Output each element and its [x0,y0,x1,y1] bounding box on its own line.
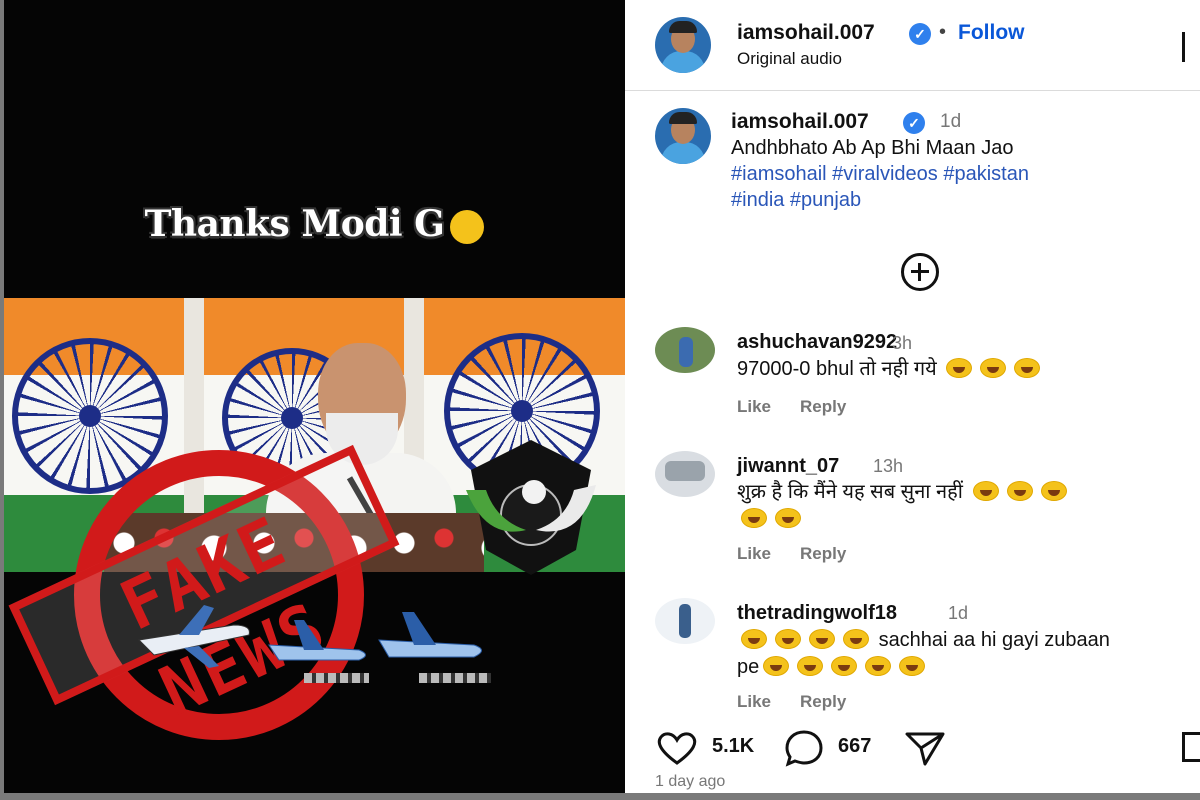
comment-text: sachhai aa hi gayi zubaan pe [737,627,1197,681]
laughing-emoji-icon [831,656,858,676]
reel-video[interactable]: Thanks Modi G FAKE NEWS [4,0,625,793]
laughing-emoji-icon [775,508,801,528]
video-caption: Thanks Modi G [4,203,625,245]
bookmark-icon[interactable] [1182,732,1200,762]
post-time: 1d [940,111,962,132]
share-icon[interactable] [903,728,947,768]
airplane-icon [137,605,250,668]
laughing-emoji-icon [775,629,801,649]
laughing-emoji-icon [865,656,892,676]
reply-button[interactable]: Reply [800,544,846,564]
comment-username[interactable]: thetradingwolf18 [737,602,897,625]
post-panel: iamsohail.007 ✓ • Follow Original audio … [625,0,1200,793]
laughing-emoji-icon [1006,481,1033,501]
post-header: iamsohail.007 ✓ • Follow Original audio [625,0,1200,91]
laughing-emoji-icon [741,508,767,528]
comment-count: 667 [838,735,872,757]
comment-time: 13h [873,456,904,476]
comment-text: शुक्र है कि मैंने यह सब सुना नहीं [737,479,1177,533]
verified-icon: ✓ [909,23,931,45]
post-username[interactable]: iamsohail.007 [731,110,869,134]
laughing-emoji-icon [1014,358,1041,378]
avatar[interactable] [655,451,715,497]
heart-icon[interactable] [655,730,699,766]
comment-text: 97000-0 bhul तो नही गये [737,356,1177,383]
runway-marker [419,673,491,683]
action-bar: 5.1K 667 1 day ago [625,720,1200,793]
laughing-emoji-icon [843,629,869,649]
avatar[interactable] [655,327,715,373]
comment-username[interactable]: jiwannt_07 [737,455,839,478]
laughing-emoji-icon [946,358,973,378]
laughing-emoji-icon [797,656,824,676]
avatar[interactable] [655,598,715,644]
laughing-emoji-icon [450,210,485,244]
comment-icon[interactable] [783,728,825,768]
avatar[interactable] [655,17,711,73]
laughing-emoji-icon [1040,481,1067,501]
verified-icon: ✓ [903,112,925,134]
laughing-emoji-icon [972,481,999,501]
laughing-emoji-icon [763,656,790,676]
laughing-emoji-icon [980,358,1007,378]
comment-username[interactable]: ashuchavan9292 [737,331,897,354]
post-hashtags[interactable]: #iamsohail #viralvideos #pakistan [731,161,1171,187]
post-caption: Andhbhato Ab Ap Bhi Maan Jao #iamsohail … [731,135,1171,213]
avatar[interactable] [655,108,711,164]
add-comment-icon[interactable] [901,253,939,291]
comment-text-body: शुक्र है कि मैंने यह सब सुना नहीं [737,481,963,503]
comment-time: 1d [948,603,969,623]
comment-text-body: sachhai aa hi gayi zubaan [878,629,1110,651]
follow-button[interactable]: Follow [958,21,1025,45]
separator-dot: • [939,21,947,43]
post-caption-text: Andhbhato Ab Ap Bhi Maan Jao [731,137,1014,159]
screenshot-border-bottom [0,793,1200,800]
like-comment-button[interactable]: Like [737,692,771,712]
nnd-logo [466,440,596,575]
comment-time: 3h [892,333,913,353]
reply-button[interactable]: Reply [800,397,846,417]
like-comment-button[interactable]: Like [737,544,771,564]
reply-button[interactable]: Reply [800,692,846,712]
header-username[interactable]: iamsohail.007 [737,21,875,45]
laughing-emoji-icon [809,629,835,649]
post-hashtags[interactable]: #india #punjab [731,187,1171,213]
audio-label[interactable]: Original audio [737,49,842,69]
video-caption-text: Thanks Modi G [144,203,445,245]
posted-time: 1 day ago [655,773,726,790]
laughing-emoji-icon [741,629,767,649]
airplane-icon [378,612,482,658]
comment-text-body: 97000-0 bhul तो नही गये [737,358,937,380]
like-comment-button[interactable]: Like [737,397,771,417]
runway-marker [304,673,369,683]
airplane-icon [268,620,366,661]
laughing-emoji-icon [899,656,926,676]
more-options-icon[interactable] [1182,32,1200,62]
like-count: 5.1K [712,735,755,757]
comment-text-body: pe [737,656,760,678]
